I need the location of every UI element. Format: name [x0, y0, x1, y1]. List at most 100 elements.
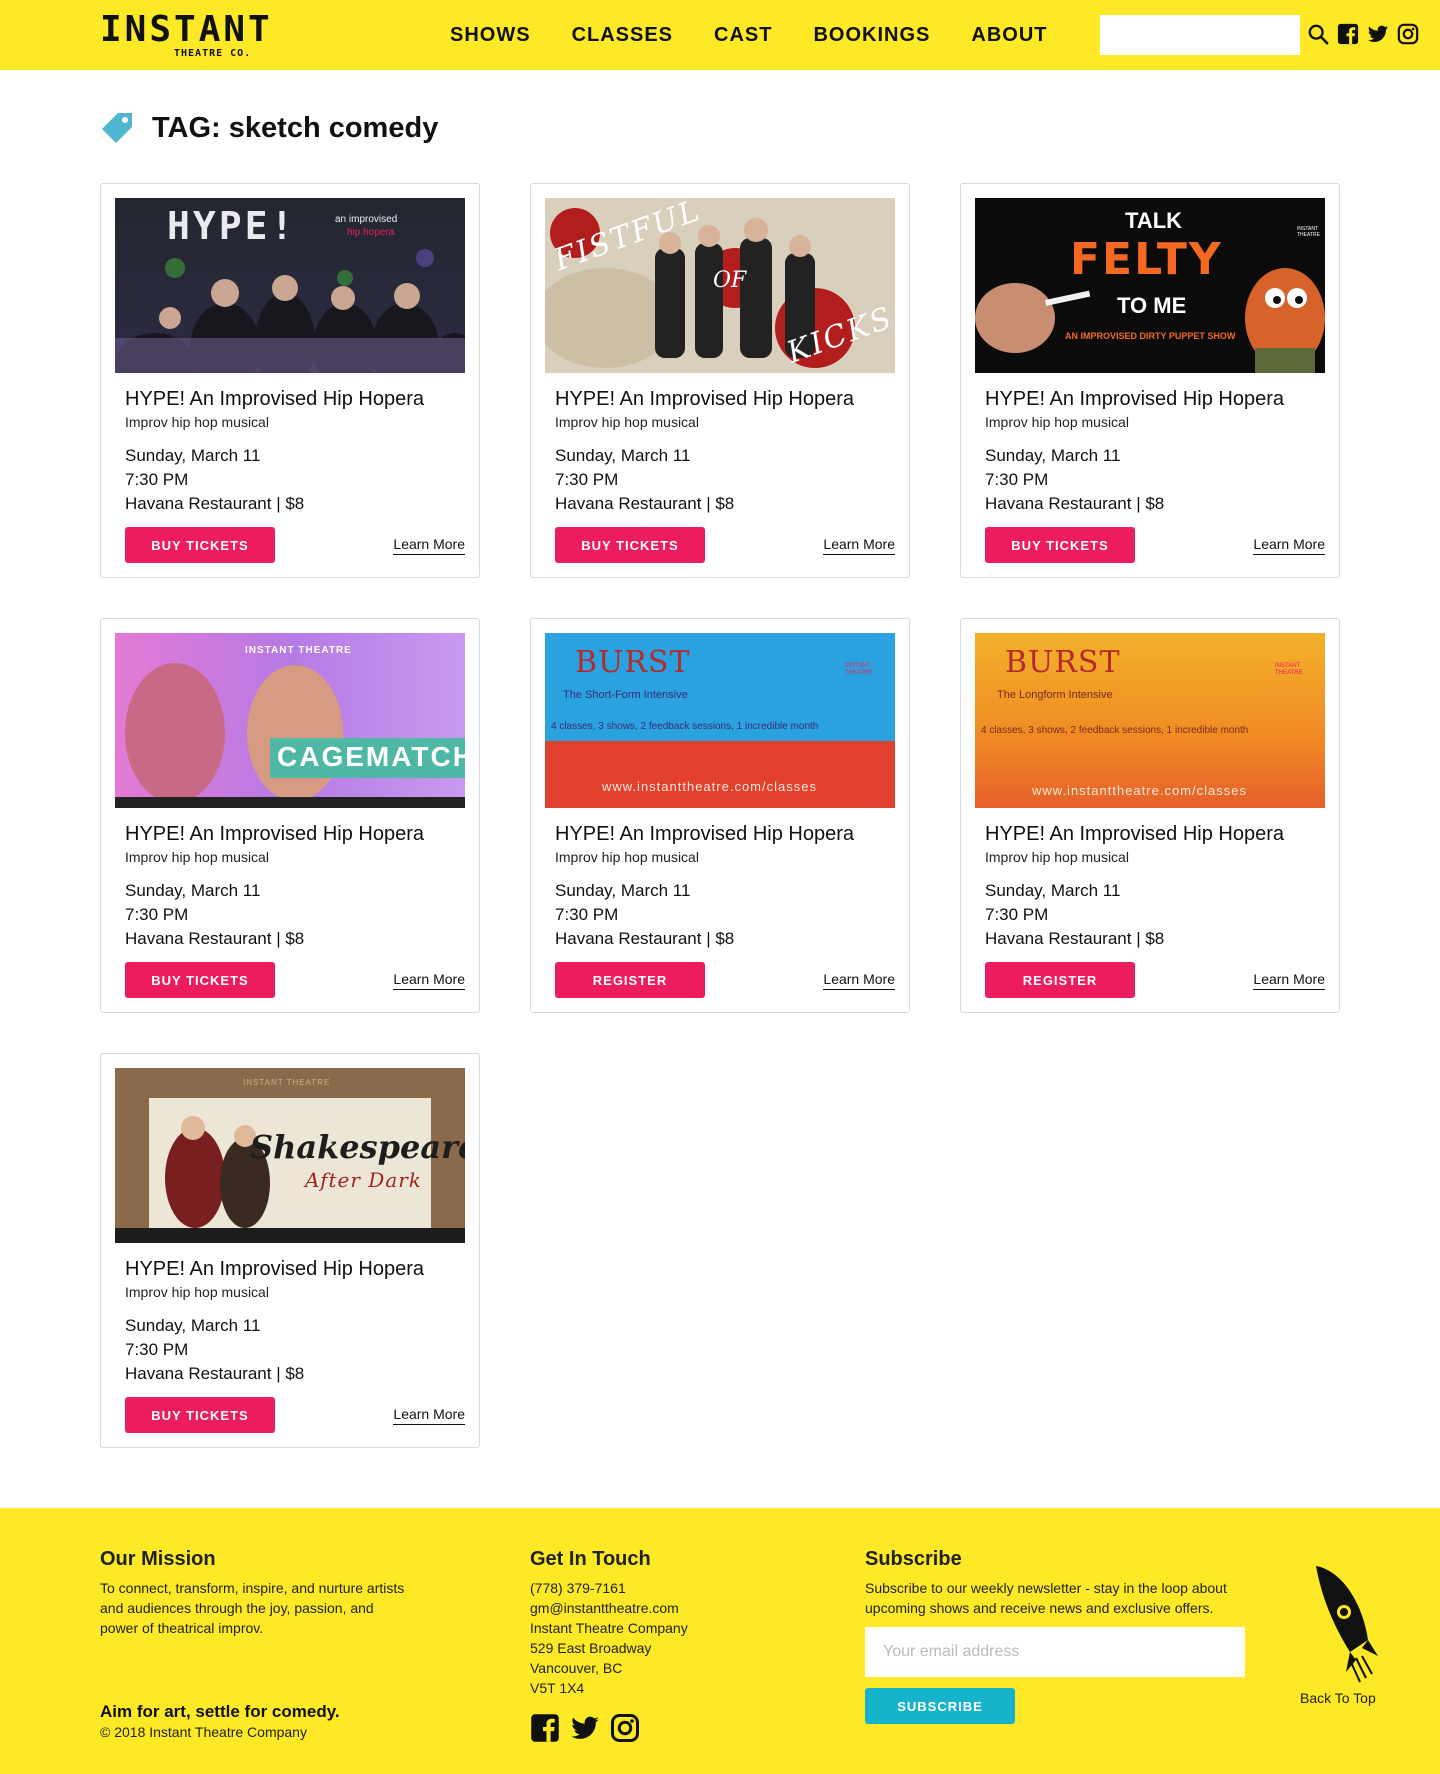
event-subtitle: Improv hip hop musical	[555, 414, 699, 430]
mission-heading: Our Mission	[100, 1548, 216, 1570]
search-input[interactable]	[1100, 15, 1300, 55]
email-field[interactable]	[865, 1627, 1245, 1677]
contact-phone[interactable]: (778) 379-7161	[530, 1578, 688, 1598]
nav-bookings[interactable]: BOOKINGS	[813, 24, 930, 47]
event-image-cagematch[interactable]: INSTANT THEATRE CAGEMATCH	[115, 633, 465, 808]
contact-street: 529 East Broadway	[530, 1640, 652, 1656]
cagematch-brand: INSTANT THEATRE	[245, 645, 352, 656]
burst2-details: 4 classes, 3 shows, 2 feedback sessions,…	[981, 725, 1249, 736]
footer-copyright: © 2018 Instant Theatre Company	[100, 1724, 307, 1740]
event-title[interactable]: HYPE! An Improvised Hip Hopera	[985, 823, 1284, 846]
buy-tickets-button[interactable]: BUY TICKETS	[555, 527, 705, 563]
event-subtitle: Improv hip hop musical	[125, 849, 269, 865]
learn-more-link[interactable]: Learn More	[393, 971, 465, 990]
felty-word1: TALK	[1125, 208, 1183, 233]
felty-tagline: AN IMPROVISED DIRTY PUPPET SHOW	[1065, 331, 1236, 341]
nav-shows[interactable]: SHOWS	[450, 24, 531, 47]
search-icon[interactable]	[1307, 23, 1329, 45]
facebook-icon[interactable]	[1337, 23, 1359, 45]
facebook-icon[interactable]	[530, 1713, 560, 1743]
rocket-icon[interactable]	[1300, 1560, 1380, 1686]
event-date: Sunday, March 11	[555, 446, 691, 465]
event-image-hype[interactable]: HYPE! an improvised hip hopera	[115, 198, 465, 373]
event-time: 7:30 PM	[985, 905, 1049, 924]
learn-more-link[interactable]: Learn More	[393, 536, 465, 555]
site-header: INSTANT THEATRE CO. SHOWS CLASSES CAST B…	[0, 0, 1440, 70]
buy-tickets-button[interactable]: BUY TICKETS	[985, 527, 1135, 563]
event-title[interactable]: HYPE! An Improvised Hip Hopera	[555, 388, 854, 411]
event-time: 7:30 PM	[125, 1340, 189, 1359]
register-button[interactable]: REGISTER	[985, 962, 1135, 998]
site-footer: Our Mission To connect, transform, inspi…	[0, 1508, 1440, 1774]
learn-more-link[interactable]: Learn More	[1253, 536, 1325, 555]
logo-wordmark: INSTANT	[100, 9, 273, 50]
event-date: Sunday, March 11	[125, 881, 261, 900]
contact-email[interactable]: gm@instanttheatre.com	[530, 1598, 688, 1618]
twitter-icon[interactable]	[1367, 23, 1389, 45]
event-title[interactable]: HYPE! An Improvised Hip Hopera	[125, 1258, 424, 1281]
learn-more-link[interactable]: Learn More	[823, 971, 895, 990]
event-subtitle: Improv hip hop musical	[125, 1284, 269, 1300]
event-title[interactable]: HYPE! An Improvised Hip Hopera	[125, 388, 424, 411]
event-venue: Havana Restaurant | $8	[125, 1364, 305, 1383]
contact-postal: V5T 1X4	[530, 1680, 585, 1696]
nav-classes[interactable]: CLASSES	[572, 24, 673, 47]
event-venue: Havana Restaurant | $8	[985, 929, 1165, 948]
main-nav: SHOWS CLASSES CAST BOOKINGS ABOUT	[450, 0, 1089, 70]
event-venue: Havana Restaurant | $8	[125, 494, 305, 513]
learn-more-link[interactable]: Learn More	[1253, 971, 1325, 990]
event-time: 7:30 PM	[985, 470, 1049, 489]
event-date: Sunday, March 11	[125, 1316, 261, 1335]
event-card: BURST The Short-Form Intensive 4 classes…	[530, 618, 910, 1013]
event-card: TALK FELTY TO ME AN IMPROVISED DIRTY PUP…	[960, 183, 1340, 578]
event-date: Sunday, March 11	[125, 446, 261, 465]
subscribe-text: Subscribe to our weekly newsletter - sta…	[865, 1580, 1227, 1616]
burst1-subtitle: The Short-Form Intensive	[563, 689, 688, 701]
burst1-brand: INSTANT THEATRE	[845, 663, 873, 676]
learn-more-link[interactable]: Learn More	[393, 1406, 465, 1425]
fistful-word2: OF	[713, 268, 747, 293]
cagematch-word: CAGEMATCH	[277, 741, 465, 772]
back-to-top-link[interactable]: Back To Top	[1300, 1690, 1376, 1706]
instagram-icon[interactable]	[1397, 23, 1419, 45]
event-title[interactable]: HYPE! An Improvised Hip Hopera	[125, 823, 424, 846]
shakespeare-brand: INSTANT THEATRE	[243, 1078, 331, 1087]
twitter-icon[interactable]	[570, 1713, 600, 1743]
event-image-fistful[interactable]: FISTFUL OF KICKS	[545, 198, 895, 373]
site-logo[interactable]: INSTANT THEATRE CO.	[100, 10, 270, 62]
page-title: TAG: sketch comedy	[152, 111, 439, 144]
subscribe-heading: Subscribe	[865, 1548, 962, 1570]
felty-word3: TO ME	[1117, 293, 1187, 318]
logo-subtitle: THEATRE CO.	[174, 48, 252, 59]
event-image-felty[interactable]: TALK FELTY TO ME AN IMPROVISED DIRTY PUP…	[975, 198, 1325, 373]
event-venue: Havana Restaurant | $8	[555, 494, 735, 513]
mission-text: To connect, transform, inspire, and nurt…	[100, 1580, 405, 1636]
burst2-subtitle: The Longform Intensive	[997, 689, 1113, 701]
subscribe-button[interactable]: SUBSCRIBE	[865, 1688, 1015, 1724]
event-date: Sunday, March 11	[985, 446, 1121, 465]
cagematch-artwork	[115, 633, 465, 808]
buy-tickets-button[interactable]: BUY TICKETS	[125, 1397, 275, 1433]
event-title[interactable]: HYPE! An Improvised Hip Hopera	[985, 388, 1284, 411]
contact-company: Instant Theatre Company	[530, 1620, 688, 1636]
shakespeare-word2: After Dark	[305, 1168, 422, 1192]
event-image-burst-longform[interactable]: BURST The Longform Intensive 4 classes, …	[975, 633, 1325, 808]
event-card: HYPE! an improvised hip hopera HYPE! An …	[100, 183, 480, 578]
felty-word2: FELTY	[1070, 234, 1223, 285]
event-image-shakespeare[interactable]: INSTANT THEATRE Shakespeare After Dark	[115, 1068, 465, 1243]
burst2-url: www.instanttheatre.com/classes	[1032, 783, 1247, 798]
contact-city: Vancouver, BC	[530, 1660, 623, 1676]
nav-about[interactable]: ABOUT	[971, 24, 1047, 47]
buy-tickets-button[interactable]: BUY TICKETS	[125, 527, 275, 563]
contact-details: (778) 379-7161 gm@instanttheatre.com Ins…	[530, 1578, 688, 1698]
burst1-details: 4 classes, 3 shows, 2 feedback sessions,…	[551, 721, 819, 732]
event-image-burst-shortform[interactable]: BURST The Short-Form Intensive 4 classes…	[545, 633, 895, 808]
register-button[interactable]: REGISTER	[555, 962, 705, 998]
buy-tickets-button[interactable]: BUY TICKETS	[125, 962, 275, 998]
nav-cast[interactable]: CAST	[714, 24, 772, 47]
learn-more-link[interactable]: Learn More	[823, 536, 895, 555]
tag-heading: TAG: sketch comedy	[100, 108, 438, 148]
event-title[interactable]: HYPE! An Improvised Hip Hopera	[555, 823, 854, 846]
hype-image-line2: hip hopera	[347, 227, 395, 238]
instagram-icon[interactable]	[610, 1713, 640, 1743]
